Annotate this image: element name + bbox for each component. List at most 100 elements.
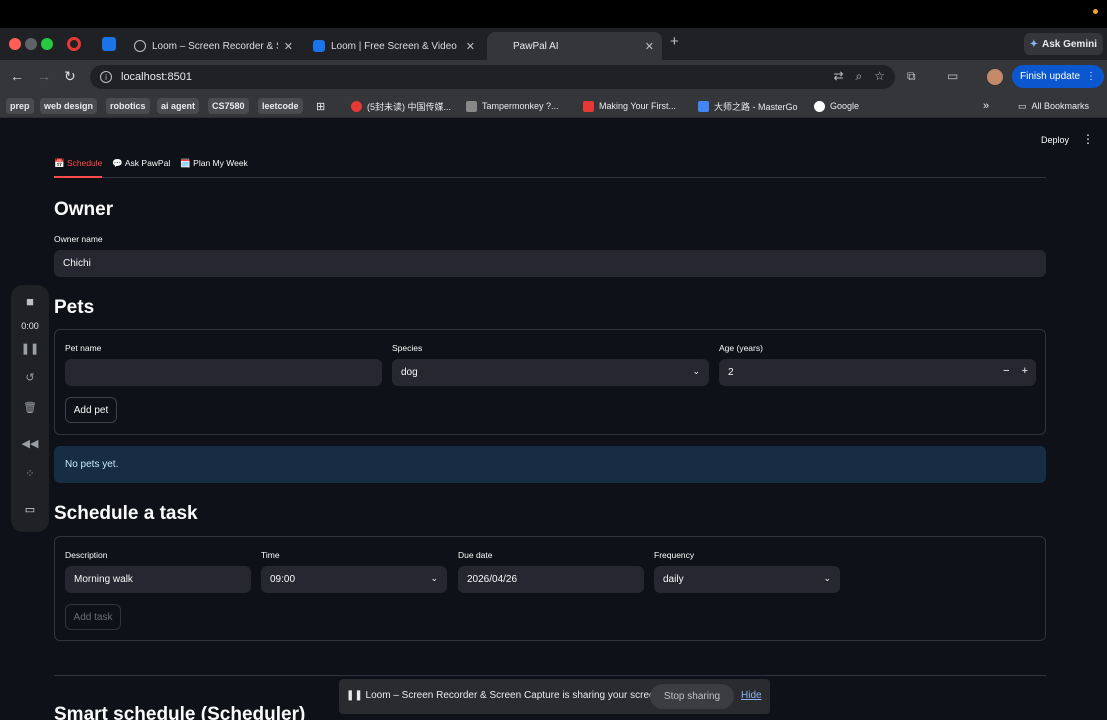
browser-tab-strip: Loom – Screen Recorder & Sc ✕ Loom | Fre… <box>0 28 1107 60</box>
tab-loom-recorder[interactable]: Loom – Screen Recorder & Sc ✕ <box>126 32 301 60</box>
close-tab-icon[interactable]: ✕ <box>645 40 654 53</box>
description-label: Description <box>65 550 108 560</box>
zoom-icon[interactable]: ⌕ <box>856 69 863 84</box>
google-icon <box>814 100 825 112</box>
pause-sharing-icon: ❚❚ <box>346 690 363 701</box>
ask-gemini-button[interactable]: ✦ Ask Gemini <box>1023 33 1103 55</box>
age-number-input[interactable]: 2 − + <box>719 359 1036 386</box>
reload-icon[interactable]: ↻ <box>64 68 76 85</box>
rewind-icon[interactable]: ◀◀ <box>11 437 49 450</box>
cast-icon[interactable]: ▭ <box>947 69 958 83</box>
pets-heading: Pets <box>54 297 95 318</box>
age-label: Age (years) <box>719 343 763 353</box>
grid-icon[interactable]: ⁘ <box>11 467 49 480</box>
decrement-icon[interactable]: − <box>1003 365 1009 377</box>
time-label: Time <box>261 550 280 560</box>
app-tabs: 📅 Schedule 💬 Ask PawPal 🗓️ Plan My Week <box>54 156 1046 178</box>
streamlit-icon <box>495 40 507 52</box>
loom-record-icon[interactable] <box>67 37 81 51</box>
bookmark-cuc[interactable]: (5封未读) 中国传媒... <box>351 98 451 114</box>
bookmark-web-design[interactable]: web design <box>40 98 98 114</box>
schedule-task-form: Description Morning walk Time 09:00 ⌄ Du… <box>54 536 1046 641</box>
tab-pawpal[interactable]: PawPal AI ✕ <box>487 32 662 60</box>
species-select[interactable]: dog ⌄ <box>392 359 709 386</box>
kebab-menu-icon: ⋮ <box>1086 71 1097 82</box>
bookmark-robotics[interactable]: robotics <box>106 98 150 114</box>
frequency-label: Frequency <box>654 550 695 560</box>
site-info-icon[interactable]: i <box>100 71 112 83</box>
bookmark-leetcode[interactable]: leetcode <box>258 98 303 114</box>
chevron-down-icon: ⌄ <box>430 573 438 583</box>
stop-recording-icon[interactable]: ■ <box>11 294 49 309</box>
smart-schedule-heading: Smart schedule (Scheduler) <box>54 704 306 720</box>
camera-icon[interactable]: ▭ <box>11 503 49 516</box>
due-date-label: Due date <box>458 550 493 560</box>
os-menu-bar <box>0 0 1107 28</box>
translate-icon[interactable]: ⇄ <box>833 69 843 84</box>
owner-name-input[interactable]: Chichi <box>54 250 1046 277</box>
apps-grid-icon[interactable]: ⊞ <box>316 98 325 114</box>
bookmark-tampermonkey[interactable]: Tampermonkey ?... <box>466 98 559 114</box>
close-window-button[interactable] <box>9 38 21 50</box>
species-label: Species <box>392 343 423 353</box>
stop-sharing-button[interactable]: Stop sharing <box>650 684 734 709</box>
tab-loom-free[interactable]: Loom | Free Screen & Video R ✕ <box>305 32 483 60</box>
tab-schedule[interactable]: 📅 Schedule <box>54 156 103 178</box>
address-bar[interactable]: i localhost:8501 ⇄ ⌕ ☆ <box>90 65 895 89</box>
heart-icon <box>583 100 594 112</box>
owner-name-label: Owner name <box>54 234 103 244</box>
bookmark-mastergo[interactable]: 大师之路 - MasterGo <box>698 98 798 114</box>
folder-icon: ▭ <box>1018 100 1027 111</box>
forward-arrow-icon[interactable]: → <box>37 68 51 84</box>
pet-name-label: Pet name <box>65 343 102 353</box>
cuc-icon <box>351 100 362 112</box>
bookmark-star-icon[interactable]: ☆ <box>874 69 885 84</box>
frequency-select[interactable]: daily ⌄ <box>654 566 840 593</box>
bookmark-prep[interactable]: prep <box>6 98 34 114</box>
minimize-window-button[interactable] <box>25 38 37 50</box>
schedule-task-heading: Schedule a task <box>54 503 198 524</box>
deploy-button[interactable]: Deploy <box>1041 135 1069 145</box>
add-task-button[interactable]: Add task <box>65 604 121 630</box>
all-bookmarks[interactable]: ▭ All Bookmarks <box>1018 98 1089 114</box>
owner-heading: Owner <box>54 199 114 220</box>
maximize-window-button[interactable] <box>41 38 53 50</box>
add-pet-form: Pet name Species dog ⌄ Age (years) 2 − +… <box>54 329 1046 435</box>
bookmark-making-first[interactable]: Making Your First... <box>583 98 676 114</box>
trash-icon[interactable]: 🗑 <box>11 401 49 414</box>
tab-plan-my-week[interactable]: 🗓️ Plan My Week <box>180 156 248 178</box>
globe-icon <box>134 40 146 52</box>
due-date-input[interactable]: 2026/04/26 <box>458 566 644 593</box>
new-tab-button[interactable]: + <box>670 33 679 50</box>
bookmark-ai-agent[interactable]: ai agent <box>157 98 200 114</box>
more-bookmarks-icon[interactable]: » <box>983 98 989 114</box>
bookmark-cs7580[interactable]: CS7580 <box>208 98 249 114</box>
restart-icon[interactable]: ↺ <box>11 371 49 384</box>
extensions-puzzle-icon[interactable]: ⧉ <box>907 69 916 84</box>
finish-update-button[interactable]: Finish update ⋮ <box>1012 65 1105 88</box>
add-pet-button[interactable]: Add pet <box>65 397 117 423</box>
bookmark-google[interactable]: Google <box>814 98 859 114</box>
profile-avatar[interactable] <box>987 69 1003 85</box>
main-menu-icon[interactable]: ⋮ <box>1082 132 1094 146</box>
back-arrow-icon[interactable]: ← <box>10 68 24 84</box>
tab-ask-pawpal[interactable]: 💬 Ask PawPal <box>112 156 170 178</box>
hide-link[interactable]: Hide <box>741 690 762 701</box>
pause-icon[interactable]: ❚❚ <box>11 342 49 355</box>
recording-timer: 0:00 <box>21 321 39 331</box>
close-tab-icon[interactable]: ✕ <box>466 40 475 53</box>
tampermonkey-icon <box>466 100 477 112</box>
description-input[interactable]: Morning walk <box>65 566 251 593</box>
bookmarks-bar: prep web design robotics ai agent CS7580… <box>0 94 1107 118</box>
loom-icon <box>313 40 325 52</box>
screen-sharing-bar: ❚❚ Loom – Screen Recorder & Screen Captu… <box>339 679 770 714</box>
no-pets-alert: No pets yet. <box>54 446 1046 483</box>
gemini-sparkle-icon: ✦ <box>1029 38 1038 50</box>
status-dot <box>1093 9 1098 14</box>
time-select[interactable]: 09:00 ⌄ <box>261 566 447 593</box>
close-tab-icon[interactable]: ✕ <box>284 40 293 53</box>
increment-icon[interactable]: + <box>1022 365 1028 377</box>
loom-extension-icon[interactable] <box>102 37 116 51</box>
pet-name-input[interactable] <box>65 359 382 386</box>
browser-toolbar: ← → ↻ i localhost:8501 ⇄ ⌕ ☆ ⧉ ▭ Finish … <box>0 60 1107 94</box>
